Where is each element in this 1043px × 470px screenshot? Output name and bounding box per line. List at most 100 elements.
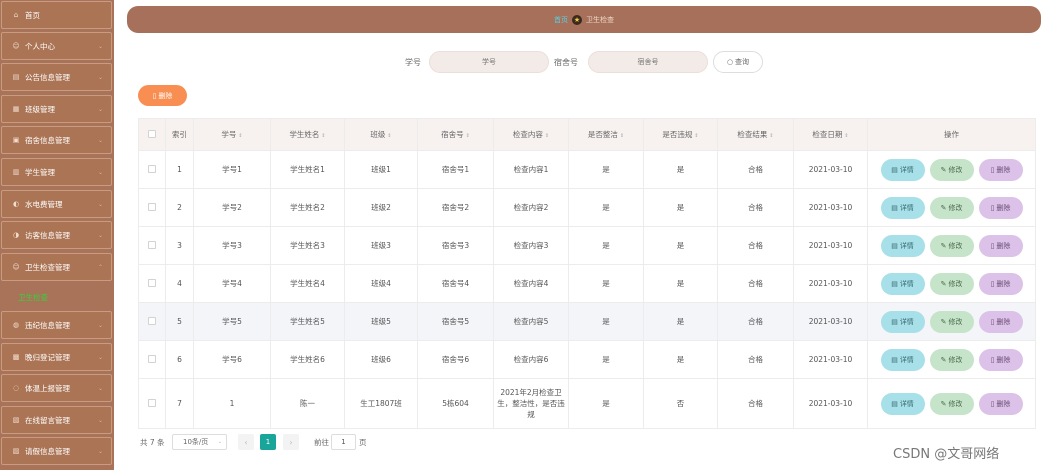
row-select-cell[interactable] [138,264,166,303]
edit-icon: ✎ [940,203,947,212]
row-checkbox[interactable] [148,278,156,287]
detail-button[interactable]: ▤ 详情 [880,392,925,415]
table-row[interactable]: 3 学号3 学生姓名3 班级3 宿舍号3 检查内容3 是是合格 2021-03-10 ▤ 详情 ✎ 修… [138,226,1036,265]
column-header[interactable]: 学号 ⇕ [193,118,271,151]
sidebar-item-dorms[interactable]: ▣ 宿舍信息管理 ⌄ [1,126,112,154]
edit-icon: ✎ [940,165,947,174]
sidebar-item-temperature[interactable]: ◌ 体温上报管理 ⌄ [1,374,112,402]
chart-icon: ▥ [12,168,20,176]
row-checkbox[interactable] [148,240,156,249]
sort-icon[interactable]: ⇕ [387,133,391,139]
row-checkbox[interactable] [148,354,156,363]
sort-icon[interactable]: ⇕ [466,133,470,139]
sort-icon[interactable]: ⇕ [620,133,624,139]
table-row[interactable]: 1 学号1 学生姓名1 班级1 宿舍号1 检查内容1 是是合格 2021-03-10 ▤ 详情 ✎ 修… [138,150,1036,189]
sidebar-item-classes[interactable]: ▦ 班级管理 ⌄ [1,95,112,123]
sidebar-item-home[interactable]: ⌂ 首页 [1,1,112,29]
sidebar-item-students[interactable]: ▥ 学生管理 ⌄ [1,158,112,186]
column-header[interactable]: 检查内容 ⇕ [493,118,569,151]
detail-icon: ▤ [891,203,898,212]
detail-button[interactable]: ▤ 详情 [880,310,925,333]
row-select-cell[interactable] [138,226,166,265]
edit-button[interactable]: ✎ 修改 [929,310,974,333]
detail-button[interactable]: ▤ 详情 [880,158,925,181]
detail-button[interactable]: ▤ 详情 [880,234,925,257]
breadcrumb-home[interactable]: 首页 [554,15,568,25]
sort-icon[interactable]: ⇕ [321,133,325,139]
edit-button[interactable]: ✎ 修改 [929,196,974,219]
page-number-current[interactable]: 1 [260,434,276,450]
delete-button[interactable]: ▯ 删除 [978,158,1023,181]
edit-button[interactable]: ✎ 修改 [929,234,974,257]
sort-icon[interactable]: ⇕ [769,133,773,139]
row-select-cell[interactable] [138,378,166,429]
sidebar-item-messages[interactable]: ▧ 在线留言管理 ⌄ [1,406,112,434]
page-size-select[interactable]: 10条/页 ⌄ [172,434,227,450]
table-row[interactable]: 6 学号6 学生姓名6 班级6 宿舍号6 检查内容6 是是合格 2021-03-10 ▤ 详情 ✎ 修… [138,340,1036,379]
dorm-input[interactable] [588,51,708,73]
cell-violation: 否 [643,378,718,429]
student-id-input[interactable] [429,51,549,73]
sort-icon[interactable]: ⇕ [844,133,848,139]
delete-button[interactable]: ▯ 删除 [978,310,1023,333]
sidebar-item-personal-center[interactable]: ☺ 个人中心 ⌄ [1,32,112,60]
sort-icon[interactable]: ⇕ [238,133,242,139]
table-row[interactable]: 4 学号4 学生姓名4 班级4 宿舍号4 检查内容4 是是合格 2021-03-10 ▤ 详情 ✎ 修… [138,264,1036,303]
detail-button[interactable]: ▤ 详情 [880,196,925,219]
cell-name: 学生姓名5 [270,302,345,341]
table-row[interactable]: 2 学号2 学生姓名2 班级2 宿舍号2 检查内容2 是是合格 2021-03-10 ▤ 详情 ✎ 修… [138,188,1036,227]
column-header[interactable]: 是否整洁 ⇕ [568,118,644,151]
select-all-checkbox[interactable] [148,129,156,138]
select-all-cell[interactable] [138,118,166,151]
prev-page-button[interactable]: ‹ [238,434,254,450]
delete-button[interactable]: ▯ 删除 [978,392,1023,415]
row-checkbox[interactable] [148,164,156,173]
delete-button[interactable]: ▯ 删除 [978,272,1023,295]
cell-index: 2 [165,188,194,227]
sort-icon[interactable]: ⇕ [545,133,549,139]
row-checkbox[interactable] [148,316,156,325]
table-row[interactable]: 5 学号5 学生姓名5 班级5 宿舍号5 检查内容5 是是合格 2021-03-10 ▤ 详情 ✎ 修… [138,302,1036,341]
edit-button[interactable]: ✎ 修改 [929,348,974,371]
edit-button[interactable]: ✎ 修改 [929,272,974,295]
sidebar-item-leave[interactable]: ▨ 请假信息管理 ⌄ [1,437,112,465]
edit-icon: ✎ [940,241,947,250]
edit-button[interactable]: ✎ 修改 [929,158,974,181]
goto-page-input[interactable]: 1 [331,434,356,450]
row-select-cell[interactable] [138,340,166,379]
delete-button[interactable]: ▯ 删除 [978,196,1023,219]
edit-icon: ✎ [940,279,947,288]
cell-class: 班级4 [344,264,418,303]
row-select-cell[interactable] [138,302,166,341]
search-button[interactable]: ○ 查询 [713,51,763,73]
column-header[interactable]: 学生姓名 ⇕ [270,118,345,151]
sidebar-item-discipline[interactable]: ◍ 违纪信息管理 ⌄ [1,311,112,339]
delete-button[interactable]: ▯ 删除 [978,348,1023,371]
row-select-cell[interactable] [138,188,166,227]
sidebar-item-utilities[interactable]: ◐ 水电费管理 ⌄ [1,190,112,218]
edit-button[interactable]: ✎ 修改 [929,392,974,415]
sidebar-item-hygiene[interactable]: ☺ 卫生检查管理 ⌃ [1,253,112,281]
column-header[interactable]: 是否违规 ⇕ [643,118,718,151]
row-checkbox[interactable] [148,202,156,211]
sort-icon[interactable]: ⇕ [694,133,698,139]
column-header[interactable]: 检查日期 ⇕ [793,118,868,151]
cell-dorm: 宿舍号4 [417,264,494,303]
sidebar-item-late-return[interactable]: ▩ 晚归登记管理 ⌄ [1,343,112,371]
row-select-cell[interactable] [138,150,166,189]
table-row[interactable]: 7 1 陈一 生工1807班 5栋604 2021年2月检查卫生，整洁性，是否违规是否合格… [138,378,1036,429]
column-header[interactable]: 宿舍号 ⇕ [417,118,494,151]
detail-button[interactable]: ▤ 详情 [880,272,925,295]
cell-date: 2021-03-10 [793,188,868,227]
column-header[interactable]: 检查结果 ⇕ [717,118,794,151]
next-page-button[interactable]: › [283,434,299,450]
sidebar-item-label: 班级管理 [25,104,55,114]
sidebar-item-visitors[interactable]: ◑ 访客信息管理 ⌄ [1,221,112,249]
sidebar-subitem-hygiene-check[interactable]: 卫生检查 [18,292,48,303]
detail-button[interactable]: ▤ 详情 [880,348,925,371]
delete-button[interactable]: ▯ 删除 [978,234,1023,257]
batch-delete-button[interactable]: ▯ 删除 [138,85,187,106]
sidebar-item-announcements[interactable]: ▤ 公告信息管理 ⌄ [1,63,112,91]
column-header[interactable]: 班级 ⇕ [344,118,418,151]
row-checkbox[interactable] [148,398,156,407]
